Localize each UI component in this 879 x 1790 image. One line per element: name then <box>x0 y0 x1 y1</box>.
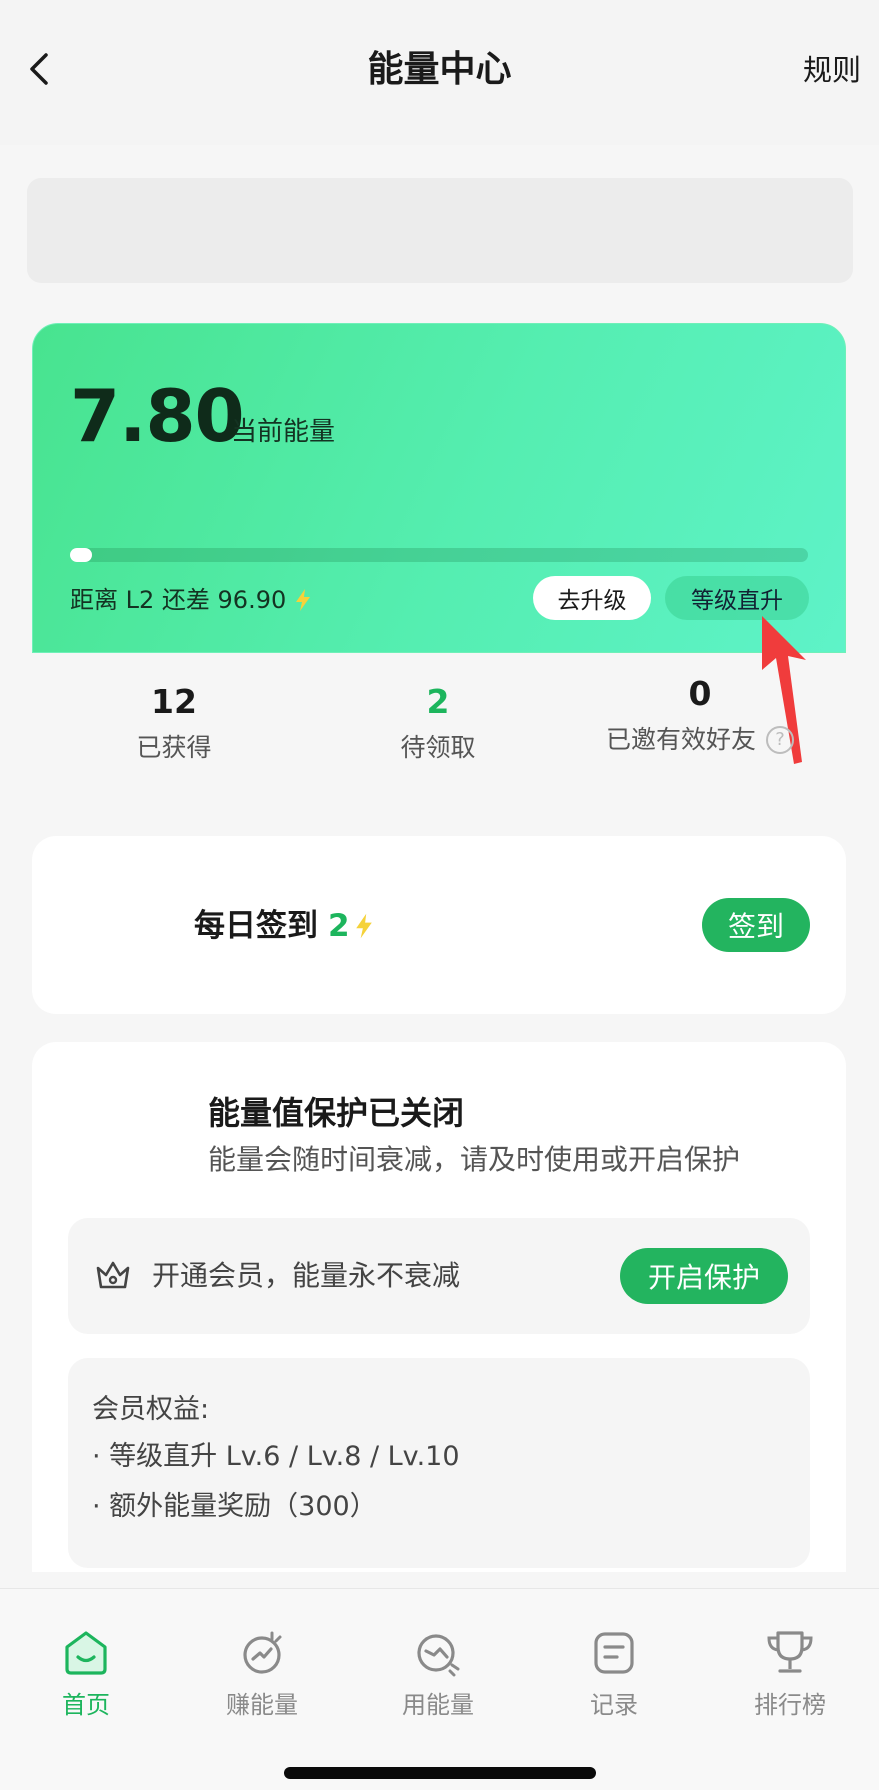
header: 能量中心 规则 <box>0 0 879 145</box>
help-icon[interactable]: ? <box>766 726 794 754</box>
stat-pending-label: 待领取 <box>400 733 476 762</box>
daily-checkin-card: 每日签到 2 签到 <box>32 836 846 1014</box>
energy-stats: 12 已获得 2 待领取 0 已邀有效好友 ? <box>32 674 846 780</box>
banner-placeholder[interactable] <box>27 178 853 283</box>
membership-promo: 开通会员，能量永不衰减 开启保护 <box>68 1218 810 1334</box>
tab-record[interactable]: 记录 <box>544 1629 684 1725</box>
lightning-icon <box>355 913 372 939</box>
membership-promo-text: 开通会员，能量永不衰减 <box>152 1259 461 1292</box>
earn-energy-icon <box>243 1631 282 1674</box>
level-progress-bar <box>70 548 808 562</box>
stat-obtained-label: 已获得 <box>136 733 212 762</box>
home-icon <box>65 1631 107 1675</box>
daily-checkin-reward: 2 <box>328 908 350 944</box>
member-benefits-title: 会员权益: <box>92 1394 210 1425</box>
enable-protection-button[interactable]: 开启保护 <box>620 1248 788 1304</box>
page-title: 能量中心 <box>367 49 512 90</box>
energy-protection-card: 能量值保护已关闭 能量会随时间衰减，请及时使用或开启保护 开通会员，能量永不衰减… <box>32 1042 846 1572</box>
daily-checkin-label: 每日签到 <box>194 908 318 944</box>
checkin-button[interactable]: 签到 <box>702 898 810 952</box>
record-icon <box>594 1632 634 1674</box>
rules-link[interactable]: 规则 <box>803 48 861 92</box>
level-distance: 距离 L2 还差 96.90 <box>70 582 312 618</box>
member-benefits: 会员权益: · 等级直升 Lv.6 / Lv.8 / Lv.10 · 额外能量奖… <box>68 1358 810 1568</box>
tab-home-label: 首页 <box>62 1691 110 1719</box>
tab-leaderboard[interactable]: 排行榜 <box>720 1629 860 1725</box>
daily-checkin-title: 每日签到 2 <box>194 902 374 950</box>
stat-invited-value: 0 <box>688 674 712 713</box>
level-distance-text: 距离 L2 还差 96.90 <box>70 586 287 614</box>
tab-leaderboard-label: 排行榜 <box>754 1691 826 1719</box>
use-energy-icon <box>417 1634 460 1677</box>
energy-card: 7.80 当前能量 距离 L2 还差 96.90 去升级 等级直升 <box>32 323 846 653</box>
tab-earn-energy[interactable]: 赚能量 <box>192 1629 332 1725</box>
current-energy-label: 当前能量 <box>231 417 336 447</box>
bottom-tab-bar: 首页 赚能量 用能量 记录 排行榜 <box>0 1588 879 1790</box>
stat-obtained: 12 已获得 <box>54 680 294 768</box>
current-energy-value: 7.80 <box>70 374 245 458</box>
go-upgrade-button[interactable]: 去升级 <box>533 576 651 620</box>
member-benefit-item: · 等级直升 Lv.6 / Lv.8 / Lv.10 <box>92 1441 460 1472</box>
stat-invited-label: 已邀有效好友 <box>605 725 756 754</box>
stat-obtained-value: 12 <box>151 682 197 721</box>
stat-pending[interactable]: 2 待领取 <box>318 680 558 768</box>
crown-icon <box>96 1261 130 1289</box>
home-indicator <box>284 1767 596 1779</box>
protection-description: 能量会随时间衰减，请及时使用或开启保护 <box>208 1143 741 1176</box>
trophy-icon <box>767 1631 813 1673</box>
member-benefit-item: · 额外能量奖励（300） <box>92 1491 377 1522</box>
lightning-icon <box>296 589 311 611</box>
tab-use-energy-label: 用能量 <box>402 1691 474 1719</box>
energy-center-page: 能量中心 规则 7.80 当前能量 距离 L2 还差 96.90 去升级 等级直… <box>0 0 879 1790</box>
level-progress-fill <box>70 548 93 562</box>
stat-invited-friends: 0 已邀有效好友 ? <box>580 674 820 760</box>
tab-record-label: 记录 <box>590 1691 638 1719</box>
tab-earn-energy-label: 赚能量 <box>226 1691 298 1719</box>
tab-home[interactable]: 首页 <box>16 1629 156 1725</box>
stat-pending-value: 2 <box>426 682 450 721</box>
protection-status-title: 能量值保护已关闭 <box>208 1094 465 1132</box>
tab-use-energy[interactable]: 用能量 <box>368 1629 508 1725</box>
